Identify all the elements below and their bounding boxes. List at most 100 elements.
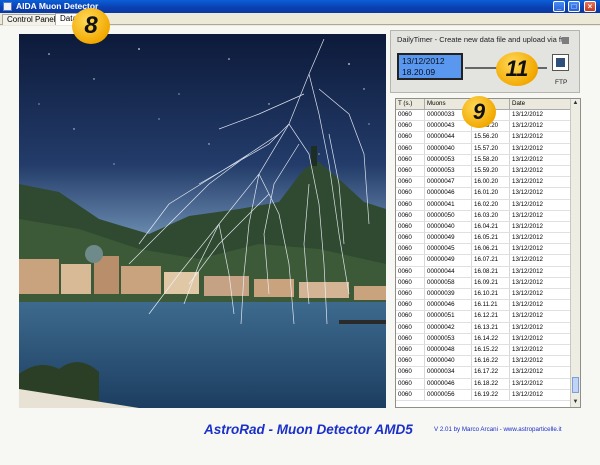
timer-datetime-display: 13/12/2012 18.20.09 (397, 53, 463, 80)
app-icon (3, 2, 12, 11)
table-row[interactable]: 0060 00000049 16.07.21 13/12/2012 (396, 255, 572, 267)
cell-muons: 00000056 (425, 389, 472, 400)
cell-time: 16.01.20 (472, 188, 510, 199)
cell-muons: 00000050 (425, 210, 472, 221)
cell-interval: 0060 (396, 356, 425, 367)
minimize-icon[interactable]: _ (553, 1, 565, 12)
cell-muons: 00000043 (425, 121, 472, 132)
column-header-date[interactable]: Date (510, 99, 572, 110)
table-row[interactable]: 0060 00000046 16.18.22 13/12/2012 (396, 378, 572, 390)
cell-time: 16.02.20 (472, 199, 510, 210)
muon-data-table[interactable]: T (s.) Muons Time Date 00600000003313/12… (395, 98, 581, 408)
scroll-down-icon[interactable]: ▼ (571, 398, 580, 407)
cell-date: 13/12/2012 (510, 132, 572, 143)
cell-interval: 0060 (396, 333, 425, 344)
cell-time: 16.19.22 (472, 389, 510, 400)
cell-muons: 00000058 (425, 277, 472, 288)
cell-date: 13/12/2012 (510, 255, 572, 266)
cell-time: 16.10.21 (472, 289, 510, 300)
badge-tab: 8 (72, 8, 110, 44)
cell-date: 13/12/2012 (510, 322, 572, 333)
cell-muons: 00000053 (425, 333, 472, 344)
cell-interval: 0060 (396, 221, 425, 233)
table-row[interactable]: 0060 00000044 15.56.20 13/12/2012 (396, 132, 572, 144)
cell-time: 16.07.21 (472, 255, 510, 266)
cell-muons: 00000045 (425, 244, 472, 255)
cell-muons: 00000053 (425, 165, 472, 177)
cell-interval: 0060 (396, 344, 425, 356)
scroll-up-icon[interactable]: ▲ (571, 99, 580, 108)
column-header-interval[interactable]: T (s.) (396, 99, 425, 110)
cell-interval: 0060 (396, 300, 425, 311)
cell-time: 16.08.21 (472, 266, 510, 277)
cell-date: 13/12/2012 (510, 289, 572, 300)
table-row[interactable]: 0060 00000040 16.16.22 13/12/2012 (396, 356, 572, 368)
cell-time: 16.03.20 (472, 210, 510, 221)
table-row[interactable]: 0060 00000034 16.17.22 13/12/2012 (396, 367, 572, 379)
ftp-upload-button[interactable] (552, 54, 569, 71)
muon-shower-photo (19, 34, 386, 408)
cell-interval: 0060 (396, 132, 425, 143)
cell-muons: 00000049 (425, 255, 472, 266)
cell-muons: 00000041 (425, 199, 472, 210)
cell-interval: 0060 (396, 389, 425, 400)
table-row[interactable]: 0060 00000039 16.10.21 13/12/2012 (396, 289, 572, 301)
cell-time: 15.59.20 (472, 165, 510, 177)
close-icon[interactable]: × (584, 1, 596, 12)
table-row[interactable]: 0060 00000045 16.06.21 13/12/2012 (396, 244, 572, 256)
cell-time: 16.00.20 (472, 177, 510, 188)
table-row[interactable]: 0060 00000053 15.58.20 13/12/2012 (396, 154, 572, 166)
badge-timer: 11 (496, 52, 538, 86)
cell-muons: 00000053 (425, 154, 472, 165)
table-row[interactable]: 0060 00000053 16.14.22 13/12/2012 (396, 333, 572, 345)
table-row[interactable]: 0060 00000047 16.00.20 13/12/2012 (396, 177, 572, 189)
maximize-icon[interactable]: □ (568, 1, 580, 12)
cell-time: 15.58.20 (472, 154, 510, 165)
table-row[interactable]: 0060 00000046 16.01.20 13/12/2012 (396, 188, 572, 200)
cell-time: 16.11.21 (472, 300, 510, 311)
table-row[interactable]: 0060 00000051 16.12.21 13/12/2012 (396, 311, 572, 323)
table-row[interactable]: 0060 00000040 16.04.21 13/12/2012 (396, 221, 572, 234)
table-row[interactable]: 0060 00000058 16.09.21 13/12/2012 (396, 277, 572, 289)
scroll-thumb[interactable] (572, 377, 579, 393)
cell-interval: 0060 (396, 188, 425, 199)
table-row[interactable]: 0060 00000044 16.08.21 13/12/2012 (396, 266, 572, 278)
cell-interval: 0060 (396, 266, 425, 277)
cell-muons: 00000051 (425, 311, 472, 322)
timer-date: 13/12/2012 (402, 56, 445, 66)
cell-date: 13/12/2012 (510, 300, 572, 311)
cell-date: 13/12/2012 (510, 378, 572, 389)
table-row[interactable]: 0060 00000040 15.57.20 13/12/2012 (396, 143, 572, 155)
cell-muons: 00000044 (425, 266, 472, 277)
cell-interval: 0060 (396, 311, 425, 322)
tab-control-panel[interactable]: Control Panel (2, 14, 61, 25)
table-row[interactable]: 0060 00000041 16.02.20 13/12/2012 (396, 199, 572, 211)
cell-muons: 00000048 (425, 344, 472, 356)
cell-interval: 0060 (396, 143, 425, 154)
cell-date: 13/12/2012 (510, 143, 572, 154)
cell-date: 13/12/2012 (510, 266, 572, 277)
timer-enable-checkbox[interactable] (562, 37, 569, 44)
table-row[interactable]: 0060 00000056 16.19.22 13/12/2012 (396, 389, 572, 401)
cell-muons: 00000042 (425, 322, 472, 333)
table-scrollbar[interactable]: ▲ ▼ (570, 99, 580, 407)
table-row[interactable]: 0060 00000050 16.03.20 13/12/2012 (396, 210, 572, 222)
table-row[interactable]: 0060 00000053 15.59.20 13/12/2012 (396, 165, 572, 178)
cell-date: 13/12/2012 (510, 199, 572, 210)
ftp-label: FTP (555, 79, 568, 86)
cell-muons: 00000049 (425, 233, 472, 244)
cell-date: 13/12/2012 (510, 356, 572, 367)
badge-table: 9 (462, 96, 496, 128)
cell-interval: 0060 (396, 255, 425, 266)
cell-muons: 00000040 (425, 221, 472, 233)
table-row[interactable]: 0060 00000046 16.11.21 13/12/2012 (396, 300, 572, 312)
cell-time: 16.13.21 (472, 322, 510, 333)
cell-muons: 00000039 (425, 289, 472, 300)
table-row[interactable]: 0060 00000042 16.13.21 13/12/2012 (396, 322, 572, 334)
cell-interval: 0060 (396, 233, 425, 244)
cell-date: 13/12/2012 (510, 188, 572, 199)
cell-interval: 0060 (396, 154, 425, 165)
daily-timer-panel: DailyTimer - Create new data file and up… (390, 30, 580, 93)
table-row[interactable]: 0060 00000048 16.15.22 13/12/2012 (396, 344, 572, 357)
table-row[interactable]: 0060 00000049 16.05.21 13/12/2012 (396, 233, 572, 245)
